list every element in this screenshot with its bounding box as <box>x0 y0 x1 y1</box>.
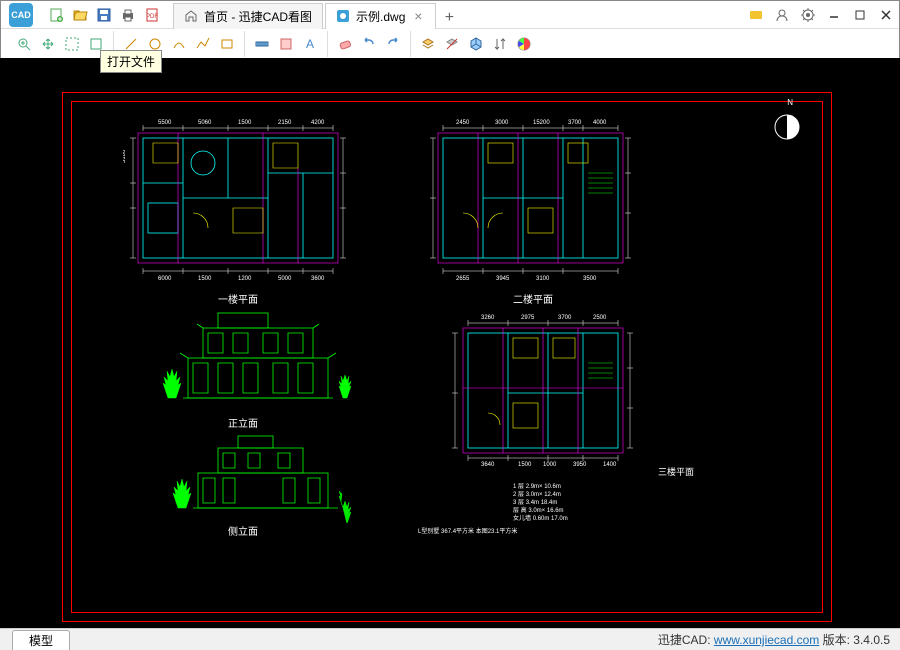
svg-text:3700: 3700 <box>568 120 582 126</box>
svg-text:L型别墅 367.4平方米 本图23.1平方米: L型别墅 367.4平方米 本图23.1平方米 <box>418 527 517 535</box>
svg-text:1 层 2.9m× 10.6m: 1 层 2.9m× 10.6m <box>513 483 561 490</box>
elevation-2 <box>143 428 363 523</box>
svg-text:层 高 3.0m× 16.6m: 层 高 3.0m× 16.6m <box>513 506 564 514</box>
svg-text:1200: 1200 <box>238 276 252 282</box>
tab-close-button[interactable]: × <box>411 9 425 23</box>
svg-text:3500: 3500 <box>583 276 597 282</box>
svg-text:1500: 1500 <box>238 120 252 126</box>
svg-text:3640: 3640 <box>481 462 495 468</box>
svg-text:2500: 2500 <box>593 315 607 321</box>
window-controls <box>743 2 899 28</box>
polyline-tool[interactable] <box>192 33 214 55</box>
tab-label: 首页 - 迅捷CAD看图 <box>204 8 312 25</box>
svg-text:1000: 1000 <box>543 462 557 468</box>
svg-text:3700: 3700 <box>558 315 572 321</box>
color-tool[interactable] <box>513 33 535 55</box>
svg-text:5060: 5060 <box>198 120 212 126</box>
quick-access-toolbar: PDF <box>41 4 167 26</box>
view3d-tool[interactable] <box>465 33 487 55</box>
svg-text:2 层 3.0m× 12.4m: 2 层 3.0m× 12.4m <box>513 491 561 498</box>
svg-text:2450: 2450 <box>456 120 470 126</box>
file-icon <box>336 9 350 23</box>
tab-add-button[interactable]: + <box>438 7 460 29</box>
settings-button[interactable] <box>795 2 821 28</box>
new-file-button[interactable] <box>45 4 67 26</box>
layer-off-tool[interactable] <box>441 33 463 55</box>
svg-text:2150: 2150 <box>278 120 292 126</box>
maximize-button[interactable] <box>847 2 873 28</box>
measure-tool[interactable] <box>251 33 273 55</box>
tab-label: 示例.dwg <box>356 8 405 25</box>
elev2-label: 侧立面 <box>228 523 258 538</box>
user-icon[interactable] <box>769 2 795 28</box>
svg-text:3 层 3.4m 18.4m: 3 层 3.4m 18.4m <box>513 499 557 506</box>
plan3-label: 三楼平面 <box>658 465 694 478</box>
tab-file[interactable]: 示例.dwg × <box>325 3 436 29</box>
bottom-bar: 模型 迅捷CAD: www.xunjiecad.com 版本: 3.4.0.5 <box>0 628 900 650</box>
svg-text:4000: 4000 <box>593 120 607 126</box>
svg-text:5100: 5100 <box>123 149 127 163</box>
info-block: L型别墅 367.4平方米 本图23.1平方米 1 层 2.9m× 10.6m … <box>413 478 673 543</box>
open-file-button[interactable] <box>69 4 91 26</box>
model-tab[interactable]: 模型 <box>12 630 70 650</box>
svg-text:3000: 3000 <box>495 120 509 126</box>
plan2-label: 二楼平面 <box>513 291 553 306</box>
redo-tool[interactable] <box>382 33 404 55</box>
svg-text:1500: 1500 <box>518 462 532 468</box>
pan-tool[interactable] <box>37 33 59 55</box>
svg-text:15200: 15200 <box>533 120 550 126</box>
compass-label: N <box>787 98 793 107</box>
svg-text:3100: 3100 <box>536 276 550 282</box>
svg-text:3600: 3600 <box>311 276 325 282</box>
erase-tool[interactable] <box>334 33 356 55</box>
svg-text:PDF: PDF <box>146 14 158 20</box>
tab-home[interactable]: 首页 - 迅捷CAD看图 <box>173 3 323 29</box>
floor-plan-1: 5500 5060 1500 2150 4200 6000 1500 1200 … <box>123 113 353 283</box>
tooltip: 打开文件 <box>100 50 162 73</box>
titlebar: CAD PDF 首页 - 迅捷CAD看图 示例.dwg × + <box>1 1 899 29</box>
status-text: 迅捷CAD: www.xunjiecad.com 版本: 3.4.0.5 <box>658 631 900 648</box>
floor-plan-3: 3260 2975 3700 2500 3640 1500 1000 3950 … <box>443 308 643 468</box>
floor-plan-2: 2450 3000 15200 3700 4000 2655 3945 3100… <box>423 113 643 283</box>
svg-text:2655: 2655 <box>456 276 470 282</box>
elevation-1 <box>133 303 363 413</box>
pdf-button[interactable]: PDF <box>141 4 163 26</box>
undo-tool[interactable] <box>358 33 380 55</box>
save-button[interactable] <box>93 4 115 26</box>
app-icon: CAD <box>1 1 41 29</box>
print-button[interactable] <box>117 4 139 26</box>
svg-text:2975: 2975 <box>521 315 535 321</box>
svg-text:5500: 5500 <box>158 120 172 126</box>
sort-tool[interactable] <box>489 33 511 55</box>
status-link[interactable]: www.xunjiecad.com <box>714 633 819 647</box>
home-icon <box>184 9 198 23</box>
vip-icon[interactable] <box>743 2 769 28</box>
svg-text:5000: 5000 <box>278 276 292 282</box>
area-tool[interactable] <box>275 33 297 55</box>
svg-text:1400: 1400 <box>603 462 617 468</box>
svg-text:3260: 3260 <box>481 315 495 321</box>
compass-icon <box>773 113 801 141</box>
rectangle-tool[interactable] <box>216 33 238 55</box>
svg-text:女儿墙 0.60m 17.0m: 女儿墙 0.60m 17.0m <box>513 514 568 522</box>
canvas[interactable]: 5500 5060 1500 2150 4200 6000 1500 1200 … <box>0 58 900 628</box>
zoom-extents-tool[interactable] <box>13 33 35 55</box>
svg-text:3950: 3950 <box>573 462 587 468</box>
svg-text:1500: 1500 <box>198 276 212 282</box>
close-button[interactable] <box>873 2 899 28</box>
minimize-button[interactable] <box>821 2 847 28</box>
drawing-frame: 5500 5060 1500 2150 4200 6000 1500 1200 … <box>62 92 832 622</box>
layers-tool[interactable] <box>417 33 439 55</box>
svg-text:A: A <box>306 37 314 51</box>
tabs: 首页 - 迅捷CAD看图 示例.dwg × + <box>173 1 743 29</box>
svg-text:6000: 6000 <box>158 276 172 282</box>
arc-tool[interactable] <box>168 33 190 55</box>
zoom-window-tool[interactable] <box>61 33 83 55</box>
svg-text:4200: 4200 <box>311 120 325 126</box>
svg-text:3945: 3945 <box>496 276 510 282</box>
text-tool[interactable]: A <box>299 33 321 55</box>
